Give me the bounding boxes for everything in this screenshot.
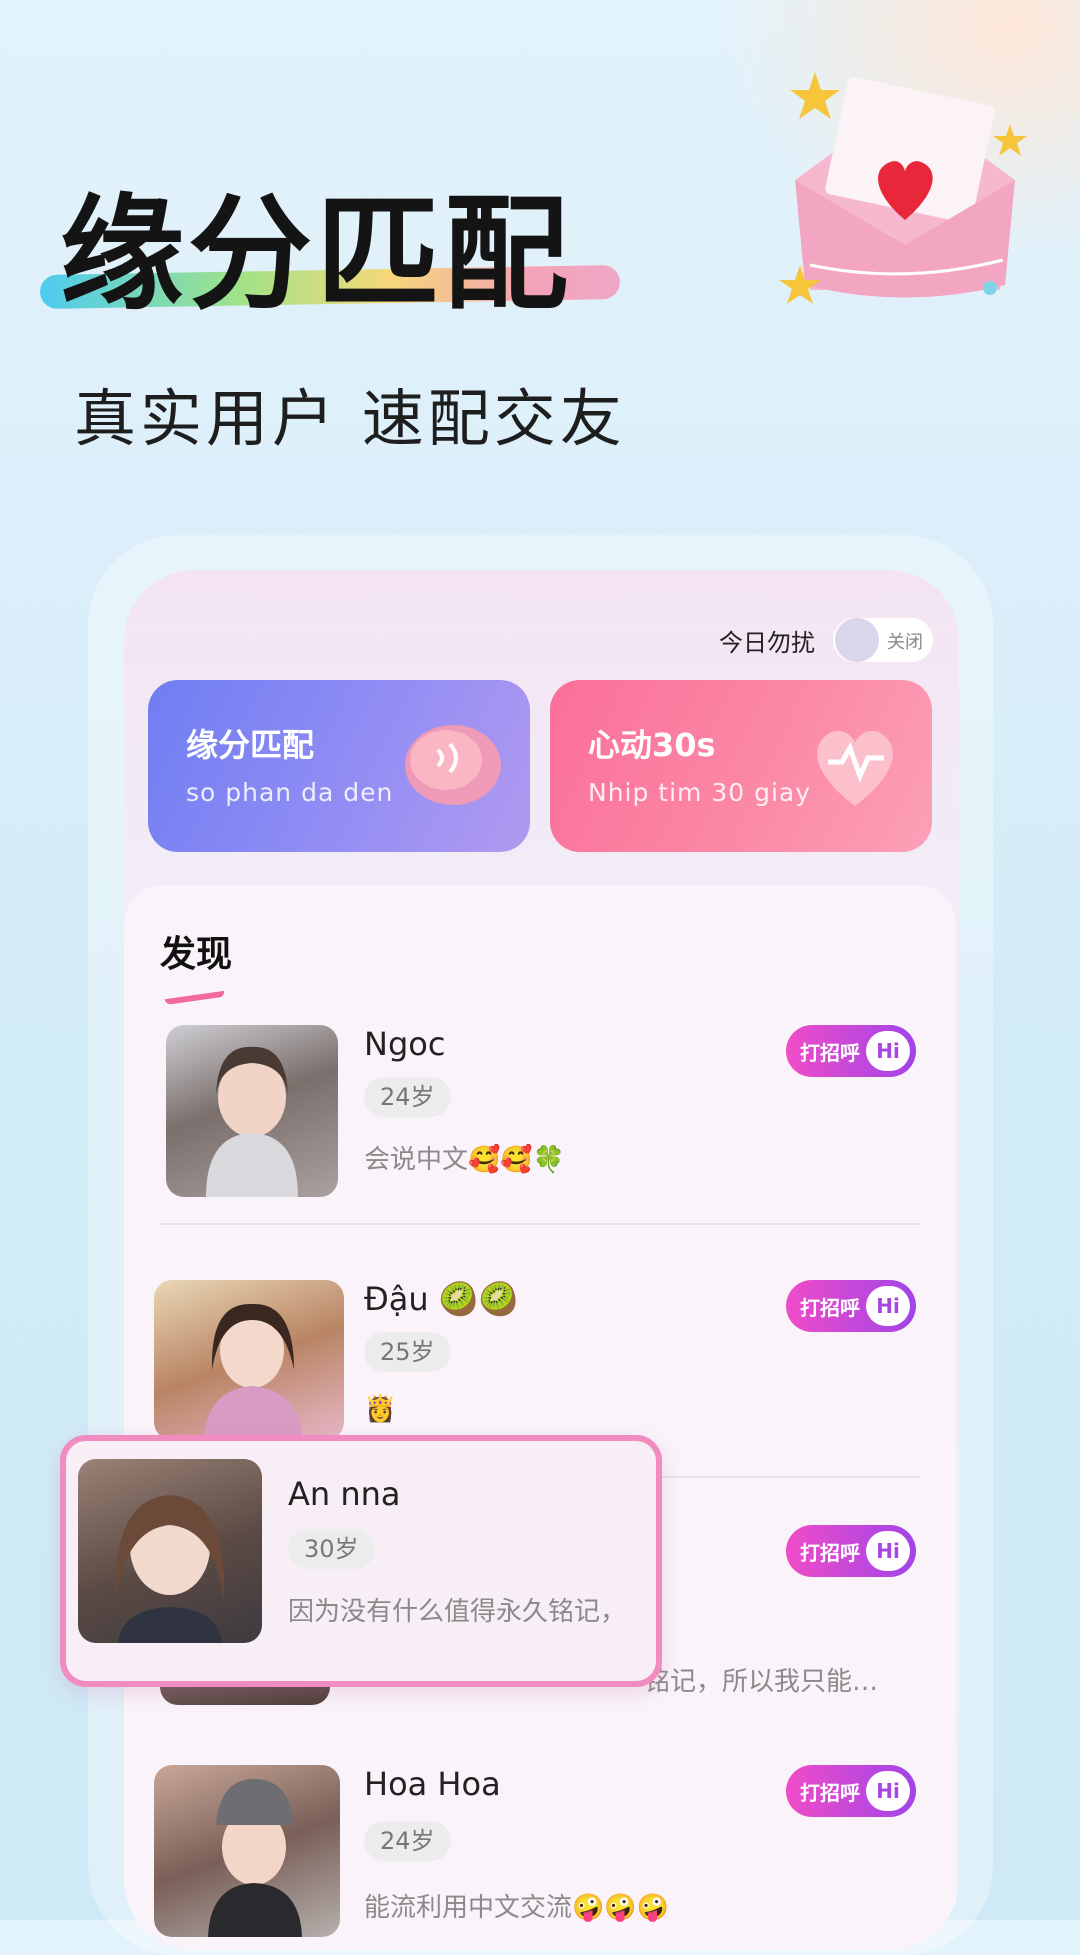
divider — [160, 1223, 920, 1225]
hero-subtitle: 真实用户 速配交友 — [74, 382, 626, 455]
greet-button[interactable]: 打招呼 Hi — [786, 1280, 916, 1332]
feature-title: 心动30s — [588, 726, 716, 764]
featured-user-card[interactable]: An nna 30岁 因为没有什么值得永久铭记， — [60, 1435, 662, 1687]
hero-title: 缘分匹配 — [60, 183, 573, 327]
feature-subtitle: so phan da den — [186, 778, 394, 807]
hi-bubble-icon: Hi — [866, 1031, 910, 1071]
age-badge: 25岁 — [364, 1332, 451, 1372]
section-title: 发现 — [160, 934, 233, 975]
avatar — [154, 1765, 340, 1937]
user-bio: 能流利用中文交流🤪🤪🤪 — [364, 1893, 670, 1923]
avatar — [154, 1280, 344, 1440]
avatar — [166, 1025, 338, 1197]
user-bio: 因为没有什么值得永久铭记， — [288, 1597, 627, 1627]
user-bio: 会说中文🥰🥰🍀 — [364, 1145, 566, 1175]
greet-button[interactable]: 打招呼 Hi — [786, 1765, 916, 1817]
list-item[interactable]: Ngoc 24岁 会说中文🥰🥰🍀 打招呼 Hi — [124, 1025, 956, 1255]
dnd-toggle[interactable]: 关闭 — [833, 618, 933, 662]
hi-bubble-icon: Hi — [866, 1771, 910, 1811]
love-letter-illustration — [779, 72, 1027, 304]
user-name: Ngoc — [364, 1025, 446, 1063]
star-icon — [790, 72, 840, 119]
feature-card-match[interactable]: 缘分匹配 so phan da den — [148, 680, 530, 852]
user-name: Đậu 🥝🥝 — [364, 1280, 519, 1318]
user-bio: 铭记，所以我只能… — [644, 1667, 879, 1697]
star-icon — [993, 124, 1027, 156]
greet-label: 打招呼 — [800, 1540, 860, 1565]
toggle-state-text: 关闭 — [887, 632, 923, 653]
app-screen: 今日勿扰 关闭 缘分匹配 so phan da den 心动30s Nhip t… — [124, 570, 959, 1950]
greet-label: 打招呼 — [800, 1040, 860, 1065]
toggle-knob — [835, 618, 879, 662]
dnd-label: 今日勿扰 — [719, 628, 815, 657]
heartbeat-icon — [817, 730, 893, 806]
do-not-disturb: 今日勿扰 关闭 — [719, 618, 933, 662]
user-name: An nna — [288, 1475, 401, 1513]
hi-bubble-icon: Hi — [866, 1531, 910, 1571]
greet-label: 打招呼 — [800, 1295, 860, 1320]
section-underline — [163, 978, 225, 1006]
hi-bubble-icon: Hi — [866, 1286, 910, 1326]
user-bio: 👸 — [364, 1394, 397, 1424]
age-badge: 24岁 — [364, 1077, 451, 1117]
user-name: Hoa Hoa — [364, 1765, 501, 1803]
hero-title-block: 缘分匹配 — [39, 180, 621, 330]
list-item[interactable]: Hoa Hoa 24岁 能流利用中文交流🤪🤪🤪 打招呼 Hi — [124, 1765, 956, 1950]
feature-card-heartbeat[interactable]: 心动30s Nhip tim 30 giay — [550, 680, 932, 852]
chat-bubble-icon — [405, 725, 501, 805]
feature-title: 缘分匹配 — [186, 726, 315, 764]
greet-button[interactable]: 打招呼 Hi — [786, 1025, 916, 1077]
age-badge: 24岁 — [364, 1821, 451, 1861]
greet-button[interactable]: 打招呼 Hi — [786, 1525, 916, 1577]
age-badge: 30岁 — [288, 1529, 375, 1569]
feature-subtitle: Nhip tim 30 giay — [588, 778, 812, 807]
avatar — [78, 1459, 262, 1643]
discover-list: 发现 Ngoc 24岁 会说中文🥰🥰🍀 打招呼 Hi Đậu 🥝🥝 25岁 👸 — [124, 885, 956, 1950]
greet-label: 打招呼 — [800, 1780, 860, 1805]
